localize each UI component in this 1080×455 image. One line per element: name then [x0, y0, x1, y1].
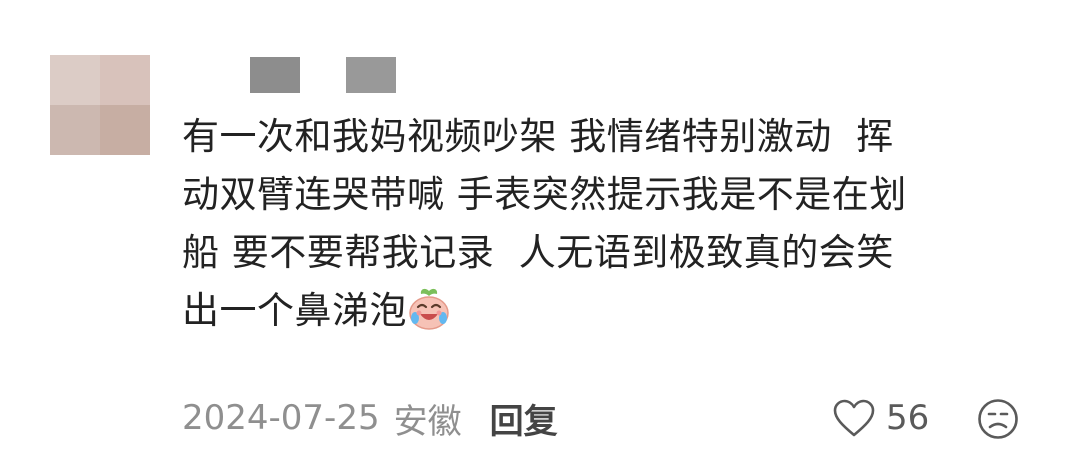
crying-laughing-sticker-icon: [409, 288, 449, 330]
comment-date: 2024-07-25: [182, 398, 380, 438]
avatar[interactable]: [50, 55, 150, 155]
avatar-blur-tile: [50, 55, 100, 105]
comment-text: 有一次和我妈视频吵架 我情绪特别激动 挥 动双臂连哭带喊 手表突然提示我是不是在…: [182, 108, 1042, 340]
sad-face-icon[interactable]: [976, 397, 1020, 441]
username-redacted-block: [250, 57, 300, 93]
comment-line: 出一个鼻涕泡: [182, 289, 407, 332]
heart-outline-icon: [833, 399, 875, 437]
comment-line: 船 要不要帮我记录 人无语到极致真的会笑: [182, 231, 894, 274]
comment-line-last: 出一个鼻涕泡: [182, 282, 1042, 340]
reply-button[interactable]: 回复: [490, 394, 558, 443]
comment-line: 动双臂连哭带喊 手表突然提示我是不是在划: [182, 173, 907, 216]
avatar-blur-tile: [100, 105, 150, 155]
avatar-blur-tile: [50, 105, 100, 155]
avatar-blur-tile: [100, 55, 150, 105]
like-count: 56: [886, 398, 930, 438]
comment-line: 有一次和我妈视频吵架 我情绪特别激动 挥: [182, 115, 894, 158]
username-redacted[interactable]: [250, 56, 396, 94]
like-button[interactable]: 56: [832, 396, 929, 440]
username-redacted-block: [346, 57, 396, 93]
comment-location: 安徽: [393, 401, 462, 442]
comment-meta: 2024-07-25 安徽 回复: [182, 394, 558, 443]
